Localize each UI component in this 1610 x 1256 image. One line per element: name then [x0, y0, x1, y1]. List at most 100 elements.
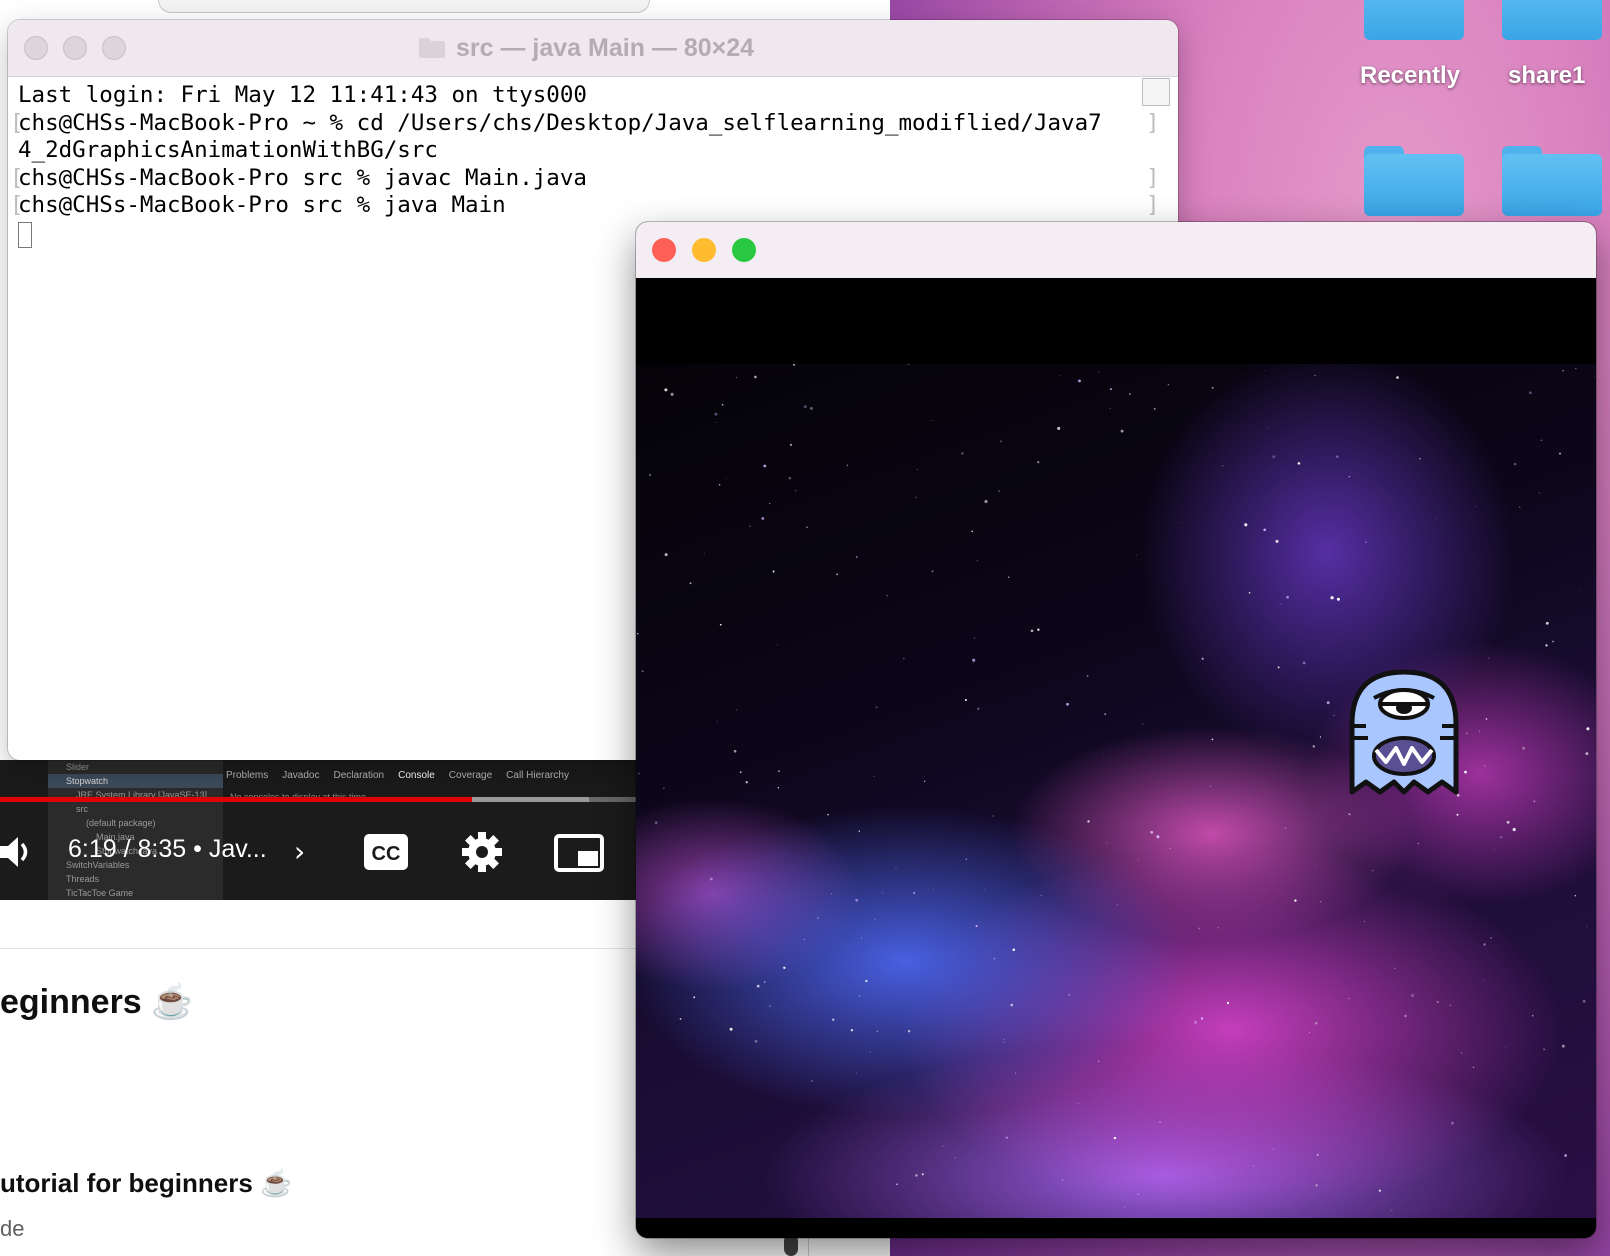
star	[1167, 383, 1170, 386]
star	[1221, 465, 1224, 467]
star	[1109, 388, 1113, 391]
star	[1104, 713, 1107, 716]
star	[1482, 980, 1484, 981]
star	[961, 452, 964, 455]
star	[714, 412, 718, 416]
star	[1538, 492, 1541, 494]
star	[1396, 376, 1399, 379]
star	[670, 392, 674, 396]
star	[1488, 657, 1490, 659]
star	[1136, 554, 1138, 556]
star	[1485, 718, 1488, 720]
star	[739, 771, 742, 774]
line-marker: ]	[1146, 109, 1160, 136]
star	[1098, 1060, 1100, 1062]
star	[1460, 1052, 1462, 1054]
star	[1404, 1014, 1407, 1018]
video-title: eginners ☕	[0, 983, 194, 1021]
terminal-titlebar[interactable]: src — java Main — 80×24	[8, 20, 1178, 77]
star	[1506, 820, 1510, 824]
star	[745, 781, 748, 784]
volume-icon[interactable]	[0, 832, 30, 872]
star	[1297, 462, 1301, 465]
star	[662, 787, 665, 790]
star	[1559, 452, 1561, 455]
star	[971, 530, 973, 533]
java-app-titlebar[interactable]	[636, 222, 1596, 278]
star	[827, 813, 829, 816]
ide-tab: Coverage	[448, 770, 493, 781]
terminal-title-group: src — java Main — 80×24	[418, 30, 754, 66]
miniplayer-icon[interactable]	[554, 834, 604, 872]
star	[1545, 644, 1548, 647]
desktop-folder-label[interactable]: share1	[1508, 62, 1585, 90]
star	[903, 658, 905, 660]
video-player[interactable]: Slider Stopwatch JRE System Library [Jav…	[0, 760, 640, 900]
star	[921, 1173, 924, 1176]
star	[855, 898, 859, 902]
star	[1142, 723, 1144, 725]
star	[1061, 1179, 1064, 1181]
star	[1543, 1048, 1545, 1051]
video-time: 6:19 / 8:35	[68, 835, 187, 863]
star	[1098, 371, 1100, 373]
ide-tree-item: (default package)	[86, 818, 156, 828]
zoom-button[interactable]	[102, 36, 126, 60]
line-marker: ]	[1146, 192, 1160, 218]
desktop-folder-share1[interactable]	[1502, 0, 1602, 40]
star	[1493, 848, 1495, 850]
close-button[interactable]	[24, 36, 48, 60]
recommended-video-channel[interactable]: de	[0, 1216, 24, 1242]
subtitles-cc-icon[interactable]: CC	[364, 834, 408, 870]
minimize-button[interactable]	[692, 238, 716, 262]
star	[637, 632, 639, 635]
star	[733, 749, 737, 753]
star	[809, 406, 813, 410]
zoom-button[interactable]	[732, 238, 756, 262]
star	[1272, 455, 1276, 459]
star	[972, 658, 976, 662]
terminal-line: [chs@CHSs-MacBook-Pro src % java Main]	[10, 192, 1160, 220]
star	[1066, 702, 1069, 706]
star	[984, 499, 988, 504]
star	[1393, 967, 1396, 970]
close-button[interactable]	[652, 238, 676, 262]
star	[789, 443, 793, 446]
star	[976, 560, 979, 562]
desktop-folder[interactable]	[1502, 146, 1602, 216]
java-app-window[interactable]	[636, 222, 1596, 1238]
star	[1244, 523, 1248, 527]
desktop-folder[interactable]	[1364, 146, 1464, 216]
desktop-folder-label[interactable]: Recently	[1360, 62, 1460, 90]
star	[1575, 367, 1577, 369]
minimize-button[interactable]	[63, 36, 87, 60]
star	[1294, 899, 1297, 902]
star	[803, 405, 807, 409]
star	[716, 721, 718, 722]
star	[761, 517, 765, 520]
recommended-video-title[interactable]: utorial for beginners ☕	[0, 1168, 292, 1199]
chevron-right-icon[interactable]: ›	[294, 838, 305, 866]
desktop-folder-recently[interactable]	[1364, 0, 1464, 40]
star	[1586, 727, 1590, 731]
video-chapter-title[interactable]: Jav...	[209, 835, 267, 863]
star	[850, 1029, 854, 1032]
star	[1479, 730, 1481, 732]
star	[1364, 921, 1365, 922]
star	[1500, 836, 1503, 839]
terminal-scroll-button[interactable]	[1142, 78, 1170, 106]
star	[719, 623, 722, 626]
java-canvas[interactable]	[636, 278, 1596, 1238]
star	[1336, 597, 1340, 601]
star	[1060, 375, 1061, 377]
video-progress-bar[interactable]	[0, 797, 640, 802]
star	[1109, 407, 1111, 410]
star	[831, 893, 832, 895]
star	[1286, 595, 1289, 599]
gear-icon[interactable]	[460, 830, 504, 874]
star	[638, 772, 640, 775]
star	[664, 388, 668, 392]
star	[1436, 518, 1438, 520]
star	[1272, 1148, 1274, 1150]
terminal-line: Last login: Fri May 12 11:41:43 on ttys0…	[18, 82, 587, 108]
